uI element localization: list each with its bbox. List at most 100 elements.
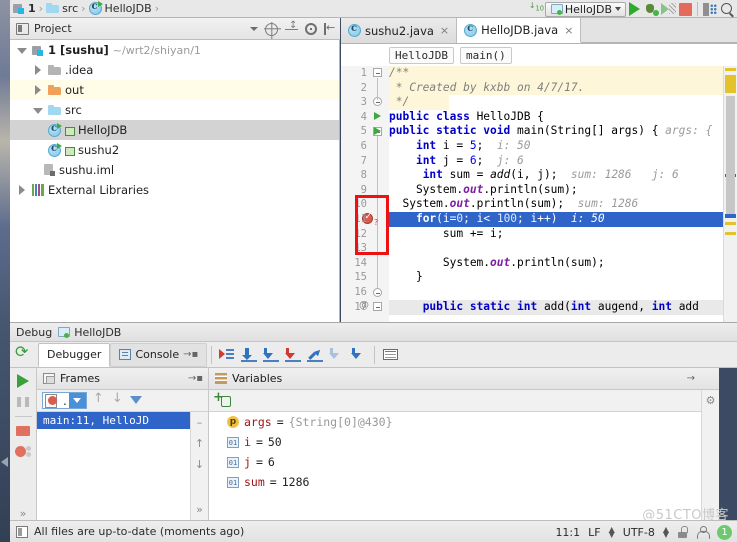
run-main-gutter-icon[interactable] [374, 127, 381, 135]
status-badge[interactable]: 1 [717, 524, 732, 540]
tab-debugger[interactable]: Debugger [38, 342, 111, 367]
evaluate-expression-icon[interactable] [379, 345, 401, 365]
breadcrumb-class[interactable]: HelloJDB [88, 1, 152, 15]
run-configuration-selector[interactable]: HelloJDB [544, 1, 626, 17]
frame-down-icon[interactable] [109, 391, 125, 409]
chevron-right-icon[interactable] [32, 64, 44, 76]
tree-row-out[interactable]: out [10, 80, 339, 100]
filter-icon[interactable] [128, 393, 144, 409]
tree-row-module[interactable]: 1 [sushu] ~/wrt2/shiyan/1 [10, 40, 339, 60]
run-to-cursor-icon[interactable] [348, 345, 370, 365]
settings-gear-icon[interactable] [305, 23, 317, 35]
chevron-down-icon[interactable] [16, 44, 28, 56]
tree-row-iml[interactable]: sushu.iml [10, 160, 339, 180]
chevron-right-icon[interactable] [32, 84, 44, 96]
hide-panel-icon[interactable] [324, 21, 336, 35]
new-watch-icon[interactable] [213, 390, 232, 409]
frame-up-icon[interactable] [90, 391, 106, 409]
stop-icon[interactable] [16, 425, 30, 437]
stop-button[interactable] [679, 2, 692, 16]
tree-row-hellojdb[interactable]: HelloJDB [10, 120, 339, 140]
execution-marker[interactable] [725, 214, 736, 218]
project-tree[interactable]: 1 [sushu] ~/wrt2/shiyan/1 .idea out src … [10, 40, 340, 322]
chevron-down-icon[interactable] [68, 393, 86, 408]
debug-button[interactable] [643, 2, 659, 16]
variables-scroll-strip[interactable]: ⚙ [701, 390, 719, 520]
tree-row-sushu2[interactable]: sushu2 [10, 140, 339, 160]
variable-row-j[interactable]: 01 j = 6 [209, 452, 719, 472]
sort-updown-icon[interactable]: ↓10 [529, 1, 544, 16]
fold-marker-method-end[interactable] [373, 288, 382, 297]
more-actions-icon[interactable]: » [20, 507, 27, 520]
tree-row-external-libraries[interactable]: External Libraries [10, 180, 339, 200]
collapse-sidebar-arrow-icon[interactable] [0, 455, 10, 469]
step-into-icon[interactable] [260, 345, 282, 365]
arrow-up-icon[interactable]: ↑ [195, 437, 204, 450]
lock-icon[interactable] [677, 526, 688, 538]
editor-scrollbar-thumb[interactable] [726, 96, 735, 214]
settings-icon[interactable]: ⚙ [706, 394, 716, 407]
tab-bar-filler [581, 42, 737, 43]
chevron-down-icon[interactable] [32, 104, 44, 116]
code-editor[interactable]: ? @ 1 2 3 4 5 6 7 8 9 10 11 12 13 14 15 … [341, 66, 737, 322]
layout-button[interactable] [703, 2, 717, 16]
fold-marker-add-method[interactable] [373, 302, 382, 311]
more-icon[interactable]: » [196, 503, 203, 516]
step-over-icon[interactable] [238, 345, 260, 365]
step-out-icon[interactable] [304, 345, 326, 365]
pin-icon[interactable]: →▪ [188, 373, 208, 384]
pin-icon[interactable]: →▪ [183, 349, 198, 360]
arrow-down-icon[interactable]: ↓ [195, 458, 204, 471]
pause-program-icon[interactable] [17, 397, 29, 407]
thread-selector[interactable]: . [42, 392, 87, 409]
show-execution-point-icon[interactable] [216, 345, 238, 365]
variable-row-args[interactable]: p args = {String[0]@430} [209, 412, 719, 432]
code-line-14: System.out.println(sum); [389, 255, 605, 269]
intellij-idea-window: 1 › src › HelloJDB › ↓10 HelloJDB [0, 0, 737, 542]
tab-console[interactable]: Console →▪ [110, 342, 208, 367]
minus-icon[interactable]: – [197, 416, 203, 429]
person-icon[interactable] [696, 525, 710, 539]
editor-tab-hellojdb[interactable]: HelloJDB.java × [457, 18, 582, 43]
fold-marker-javadoc-start[interactable] [373, 68, 382, 77]
frames-scroll-strip[interactable]: – ↑ ↓ » [190, 412, 208, 520]
run-config-icon [550, 3, 563, 15]
scroll-from-source-icon[interactable] [265, 22, 278, 36]
search-everywhere-icon[interactable] [720, 2, 735, 17]
drop-frame-icon[interactable] [326, 345, 348, 365]
warning-marker[interactable] [725, 75, 736, 93]
frame-list-item[interactable]: main:11, HelloJD [37, 412, 208, 429]
breadcrumb-module[interactable]: 1 [13, 2, 36, 15]
breadcrumb-chip-class[interactable]: HelloJDB [389, 46, 454, 64]
close-icon[interactable]: × [562, 24, 573, 37]
mute-breakpoints-icon[interactable] [15, 445, 31, 457]
resume-program-icon[interactable] [17, 374, 29, 388]
run-button[interactable] [629, 2, 640, 16]
caret-position[interactable]: 11:1 [555, 526, 580, 539]
breadcrumb-chip-method[interactable]: main() [459, 46, 512, 64]
editor-marker-gutter[interactable] [723, 66, 737, 322]
code-text-area[interactable]: /** * Created by kxbb on 4/7/17. */ publ… [389, 66, 723, 322]
pin-icon[interactable]: → [687, 373, 719, 384]
tree-row-idea[interactable]: .idea [10, 60, 339, 80]
close-icon[interactable]: × [438, 24, 449, 37]
editor-breadcrumbs: HelloJDB main() [341, 44, 737, 66]
rerun-icon[interactable] [14, 342, 34, 365]
tree-row-src[interactable]: src [10, 100, 339, 120]
view-mode-caret-icon[interactable] [250, 27, 258, 31]
warning-marker[interactable] [725, 222, 736, 225]
fold-marker-javadoc-end[interactable] [373, 97, 382, 106]
line-separator[interactable]: LF [588, 526, 600, 539]
variable-row-i[interactable]: 01 i = 50 [209, 432, 719, 452]
breadcrumb-src[interactable]: src [46, 2, 78, 15]
variable-row-sum[interactable]: 01 sum = 1286 [209, 472, 719, 492]
force-step-into-icon[interactable] [282, 345, 304, 365]
file-encoding[interactable]: UTF-8 [623, 526, 655, 539]
editor-tab-sushu2[interactable]: sushu2.java × [341, 18, 458, 43]
warning-marker[interactable] [725, 232, 736, 235]
chevron-right-icon[interactable] [16, 184, 28, 196]
warning-marker[interactable] [725, 68, 736, 71]
run-class-gutter-icon[interactable] [374, 112, 381, 120]
run-with-coverage-button[interactable] [661, 2, 676, 16]
collapse-all-icon[interactable] [285, 20, 298, 36]
